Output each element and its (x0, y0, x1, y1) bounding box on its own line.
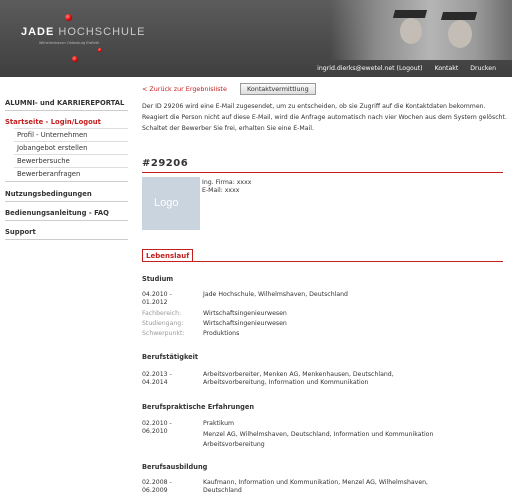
kontaktvermittlung-button[interactable]: Kontaktvermittlung (240, 83, 316, 95)
sidebar-item-nutzungsbedingungen[interactable]: Nutzungsbedingungen (5, 190, 92, 198)
section-studium-heading: Studium (142, 275, 174, 283)
header-photo (330, 0, 512, 60)
sidebar: ALUMNI- und KARRIEREPORTAL Startseite - … (0, 77, 130, 495)
drucken-link[interactable]: Drucken (470, 65, 496, 72)
praxis-text2: Menzel AG, Wilhelmshaven, Deutschland, I… (203, 431, 434, 448)
back-to-results-link[interactable]: < Zurück zur Ergebnisliste (142, 85, 227, 93)
fachbereich-value: Wirtschaftsingenieurwesen (203, 310, 287, 317)
section-berufstaetigkeit-heading: Berufstätigkeit (142, 353, 199, 361)
main-content: < Zurück zur Ergebnisliste Kontaktvermit… (141, 77, 512, 495)
schwerpunkt-value: Produktions (203, 330, 240, 337)
logo-ball-icon (65, 14, 72, 21)
logo-wordmark: JADE HOCHSCHULE (21, 26, 146, 38)
site-header: JADE HOCHSCHULE Wilhelmshaven Oldenburg … (0, 0, 512, 77)
praxis-date: 02.2010 - 06.2010 (142, 420, 172, 435)
contact-email: E-Mail: xxxx (202, 187, 240, 194)
top-navigation: ingrid.dierks@ewetel.net (Logout) Kontak… (317, 60, 512, 77)
sidebar-item-profil[interactable]: Profil - Unternehmen (17, 131, 87, 139)
sidebar-item-bewerbersuche[interactable]: Bewerbersuche (17, 157, 70, 165)
jade-logo[interactable]: JADE HOCHSCHULE Wilhelmshaven Oldenburg … (17, 14, 144, 69)
sidebar-item-anleitung[interactable]: Bedienungsanleitung - FAQ (5, 209, 109, 217)
intro-text: Der ID 29206 wird eine E-Mail zugesendet… (142, 103, 507, 132)
fachbereich-label: Fachbereich: (142, 310, 182, 317)
logo-subtitle: Wilhelmshaven Oldenburg Elsfleth (39, 41, 100, 45)
logo-ball-icon (98, 48, 102, 52)
contact-name: Ing. Firma: xxxx (202, 179, 252, 186)
tab-underline (142, 261, 503, 262)
beruf-date: 02.2013 - 04.2014 (142, 371, 172, 386)
user-logout-link[interactable]: ingrid.dierks@ewetel.net (Logout) (317, 65, 422, 72)
beruf-text: Arbeitsvorbereiter, Menken AG, Menkenhau… (203, 371, 394, 386)
praxis-text1: Praktikum (203, 420, 235, 427)
sidebar-item-startseite[interactable]: Startseite - Login/Logout (5, 118, 101, 126)
studiengang-label: Studiengang: (142, 320, 184, 327)
ausbildung-text: Kaufmann, Information und Kommunikation,… (203, 479, 429, 494)
sidebar-item-jobangebot[interactable]: Jobangebot erstellen (17, 144, 87, 152)
contact-info: Ing. Firma: xxxx E-Mail: xxxx (202, 179, 251, 195)
schwerpunkt-label: Schwerpunkt: (142, 330, 185, 337)
profile-id-title: #29206 (142, 158, 189, 169)
studium-date: 04.2010 - 01.2012 (142, 291, 172, 306)
ausbildung-date: 02.2008 - 06.2009 (142, 479, 172, 494)
studium-place: Jade Hochschule, Wilhelmshaven, Deutschl… (203, 291, 348, 298)
sidebar-item-support[interactable]: Support (5, 228, 36, 236)
sidebar-item-bewerberanfragen[interactable]: Bewerberanfragen (17, 170, 80, 178)
company-logo-placeholder: Logo (142, 177, 200, 230)
divider (142, 172, 503, 173)
studiengang-value: Wirtschaftsingenieurwesen (203, 320, 287, 327)
section-praxis-heading: Berufspraktische Erfahrungen (142, 403, 255, 411)
sidebar-item-portal[interactable]: ALUMNI- und KARRIEREPORTAL (5, 99, 124, 107)
logo-ball-icon (72, 56, 78, 62)
kontakt-link[interactable]: Kontakt (435, 65, 459, 72)
section-ausbildung-heading: Berufsausbildung (142, 463, 208, 471)
